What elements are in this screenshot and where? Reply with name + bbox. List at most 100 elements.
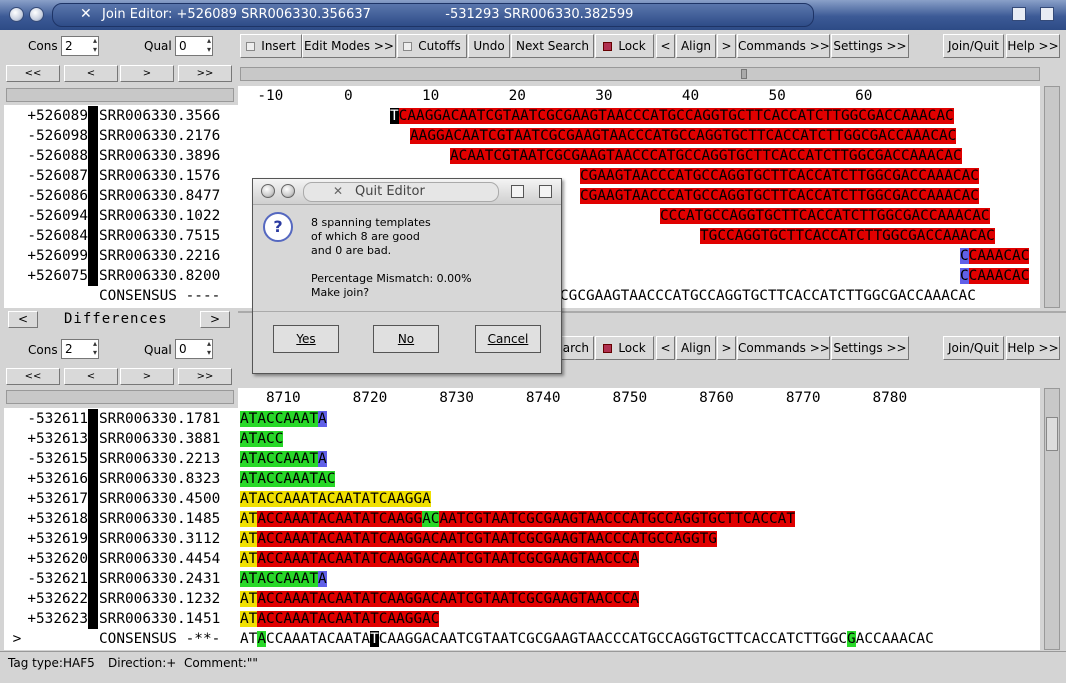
base[interactable]: T: [859, 208, 869, 224]
base[interactable]: T: [779, 188, 789, 204]
base[interactable]: C: [814, 188, 823, 204]
base[interactable]: C: [830, 228, 839, 244]
base[interactable]: C: [465, 631, 474, 647]
base[interactable]: T: [638, 511, 648, 527]
base[interactable]: A: [878, 128, 887, 144]
base[interactable]: A: [807, 208, 817, 224]
base[interactable]: C: [684, 108, 694, 124]
base[interactable]: G: [738, 208, 747, 224]
base[interactable]: G: [543, 591, 553, 607]
base[interactable]: G: [413, 591, 423, 607]
base[interactable]: A: [751, 511, 761, 527]
sequence-read[interactable]: ATACCAAATACAATATCAAGGAC: [240, 609, 440, 629]
base[interactable]: T: [598, 108, 607, 124]
base[interactable]: A: [344, 591, 353, 607]
read-name-row[interactable]: +526089 SRR006330.3566: [4, 106, 220, 126]
base[interactable]: C: [540, 128, 549, 144]
base[interactable]: G: [670, 128, 679, 144]
sequence-read[interactable]: ATACCAAATA: [240, 449, 327, 469]
base[interactable]: G: [571, 148, 581, 164]
cancel-button[interactable]: Cancel: [475, 325, 541, 353]
read-name-row[interactable]: +532616 SRR006330.8323: [4, 469, 220, 489]
base[interactable]: G: [690, 531, 700, 547]
base[interactable]: A: [552, 551, 561, 567]
dialog-close-icon[interactable]: [539, 185, 552, 198]
base[interactable]: T: [857, 188, 867, 204]
base[interactable]: G: [474, 631, 483, 647]
base[interactable]: A: [459, 108, 469, 124]
base[interactable]: A: [283, 591, 293, 607]
base[interactable]: C: [782, 128, 792, 144]
base[interactable]: A: [448, 591, 457, 607]
base[interactable]: C: [712, 208, 721, 224]
sequence-read[interactable]: ATACCAAATAC: [240, 469, 336, 489]
top-vscroll[interactable]: [1044, 86, 1060, 308]
base[interactable]: C: [534, 511, 544, 527]
base[interactable]: A: [909, 148, 919, 164]
base[interactable]: C: [266, 631, 275, 647]
base[interactable]: A: [448, 531, 457, 547]
base[interactable]: A: [450, 148, 459, 164]
base[interactable]: C: [947, 128, 957, 144]
base[interactable]: C: [545, 148, 555, 164]
base[interactable]: A: [552, 511, 561, 527]
base[interactable]: T: [699, 531, 709, 547]
base[interactable]: A: [630, 551, 639, 567]
base[interactable]: C: [656, 531, 665, 547]
base[interactable]: C: [453, 128, 463, 144]
base[interactable]: T: [808, 128, 818, 144]
base[interactable]: A: [937, 208, 947, 224]
base[interactable]: C: [900, 148, 910, 164]
base[interactable]: A: [387, 591, 397, 607]
base[interactable]: A: [944, 148, 953, 164]
base[interactable]: T: [812, 631, 821, 647]
base[interactable]: A: [904, 128, 913, 144]
commands-button[interactable]: Commands >>: [737, 34, 830, 58]
base[interactable]: T: [847, 228, 857, 244]
base[interactable]: C: [678, 128, 688, 144]
base[interactable]: G: [769, 228, 779, 244]
base[interactable]: A: [335, 591, 345, 607]
base[interactable]: C: [791, 128, 801, 144]
base[interactable]: A: [595, 591, 605, 607]
base[interactable]: T: [509, 631, 518, 647]
base[interactable]: T: [753, 148, 763, 164]
base[interactable]: C: [612, 511, 622, 527]
base[interactable]: C: [266, 531, 275, 547]
settings-button-2[interactable]: Settings >>: [831, 336, 909, 360]
base[interactable]: C: [266, 571, 275, 587]
base[interactable]: C: [760, 511, 769, 527]
base[interactable]: C: [534, 551, 544, 567]
base[interactable]: C: [465, 511, 475, 527]
base[interactable]: C: [649, 168, 659, 184]
base[interactable]: T: [505, 128, 515, 144]
base[interactable]: A: [422, 531, 431, 547]
base[interactable]: G: [648, 631, 657, 647]
base[interactable]: C: [918, 168, 927, 184]
dialog-menu-icon[interactable]: [261, 184, 275, 198]
base[interactable]: A: [448, 551, 457, 567]
base[interactable]: C: [866, 148, 875, 164]
base[interactable]: A: [462, 128, 471, 144]
base[interactable]: A: [318, 451, 327, 467]
base[interactable]: A: [292, 451, 301, 467]
base[interactable]: A: [361, 611, 371, 627]
base[interactable]: T: [684, 188, 693, 204]
base[interactable]: T: [578, 591, 587, 607]
base[interactable]: C: [788, 188, 797, 204]
base[interactable]: T: [370, 491, 379, 507]
base[interactable]: G: [736, 188, 745, 204]
base[interactable]: A: [396, 631, 405, 647]
base[interactable]: C: [739, 128, 749, 144]
base[interactable]: A: [696, 128, 705, 144]
base[interactable]: C: [266, 551, 275, 567]
base[interactable]: G: [708, 531, 717, 547]
base[interactable]: A: [586, 531, 596, 547]
base[interactable]: A: [442, 108, 451, 124]
base[interactable]: A: [514, 128, 523, 144]
base[interactable]: C: [814, 108, 824, 124]
base[interactable]: A: [292, 471, 301, 487]
base[interactable]: A: [422, 631, 431, 647]
base[interactable]: G: [708, 511, 717, 527]
base[interactable]: C: [925, 228, 935, 244]
